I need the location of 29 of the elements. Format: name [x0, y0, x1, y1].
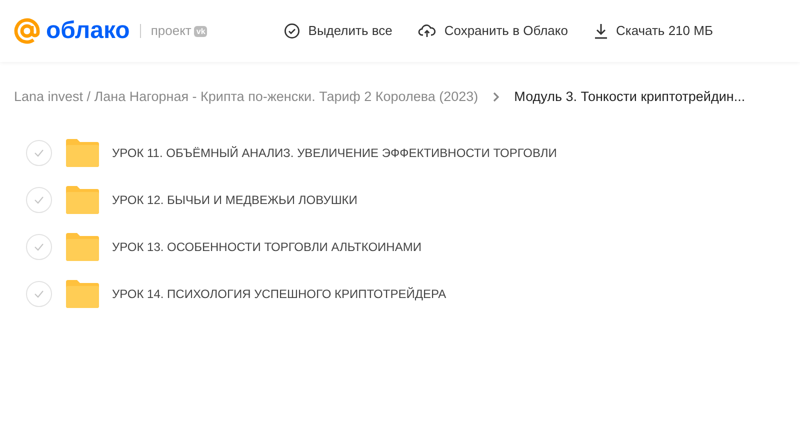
toolbar-button[interactable]: Выделить все [284, 21, 392, 41]
toolbar-button[interactable]: Сохранить в Облако [418, 21, 568, 41]
check-circle-icon [284, 23, 300, 39]
at-sign-logo-icon [12, 16, 42, 46]
project-label: проект [150, 22, 192, 40]
check-icon [34, 290, 44, 298]
folder-name[interactable]: УРОК 11. ОБЪЁМНЫЙ АНАЛИЗ. УВЕЛИЧЕНИЕ ЭФФЕКТИВНОСТИ ТОРГОВЛИ [112, 144, 557, 162]
breadcrumb-current: Модуль 3. Тонкости криптотрейдин... [514, 88, 746, 106]
toolbar-button[interactable]: Скачать 210 МБ [594, 21, 713, 41]
folder-icon [65, 138, 100, 168]
chevron-right-icon [492, 91, 500, 104]
check-icon [34, 242, 44, 251]
breadcrumb-link[interactable]: Lana invest / Лана Нагорная - Крипта по-женски. Тариф 2 Королева (2023) [14, 87, 478, 108]
check-icon [34, 196, 44, 204]
folder-name[interactable]: УРОК 12. БЫЧЬИ И МЕДВЕЖЬИ ЛОВУШКИ [112, 190, 358, 209]
select-checkbox[interactable] [26, 186, 52, 213]
select-checkbox[interactable] [26, 234, 52, 260]
folder-name[interactable]: УРОК 14. ПСИХОЛОГИЯ УСПЕШНОГО КРИПТОТРЕЙДЕРА [112, 284, 446, 303]
select-checkbox[interactable] [26, 140, 52, 166]
folder-icon [65, 278, 100, 309]
folder-icon [65, 184, 100, 215]
select-checkbox[interactable] [26, 280, 52, 307]
check-icon [34, 148, 44, 157]
folder-name[interactable]: УРОК 13. ОСОБЕННОСТИ ТОРГОВЛИ АЛЬТКОИНАМИ [112, 238, 422, 256]
download-icon [594, 23, 608, 39]
vk-badge: vk [194, 26, 208, 36]
folder-icon [65, 232, 100, 262]
logo-text: облако [46, 19, 130, 43]
cloud-upload-icon [418, 23, 436, 39]
